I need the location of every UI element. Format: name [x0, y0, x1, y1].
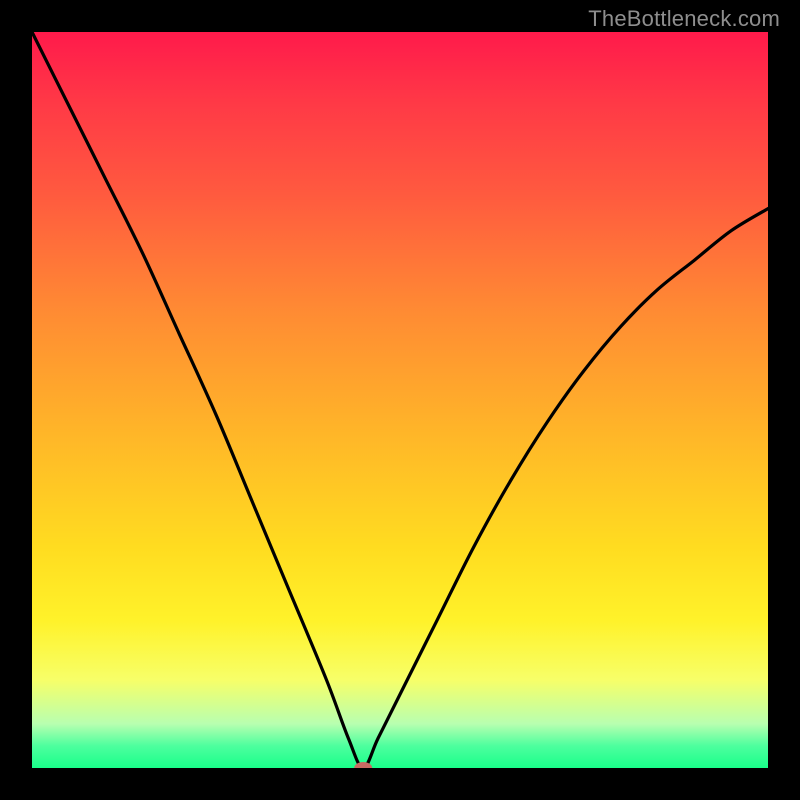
- bottleneck-curve: [32, 32, 768, 768]
- curve-layer: [32, 32, 768, 768]
- chart-frame: TheBottleneck.com: [0, 0, 800, 800]
- watermark-text: TheBottleneck.com: [588, 6, 780, 32]
- plot-area: [32, 32, 768, 768]
